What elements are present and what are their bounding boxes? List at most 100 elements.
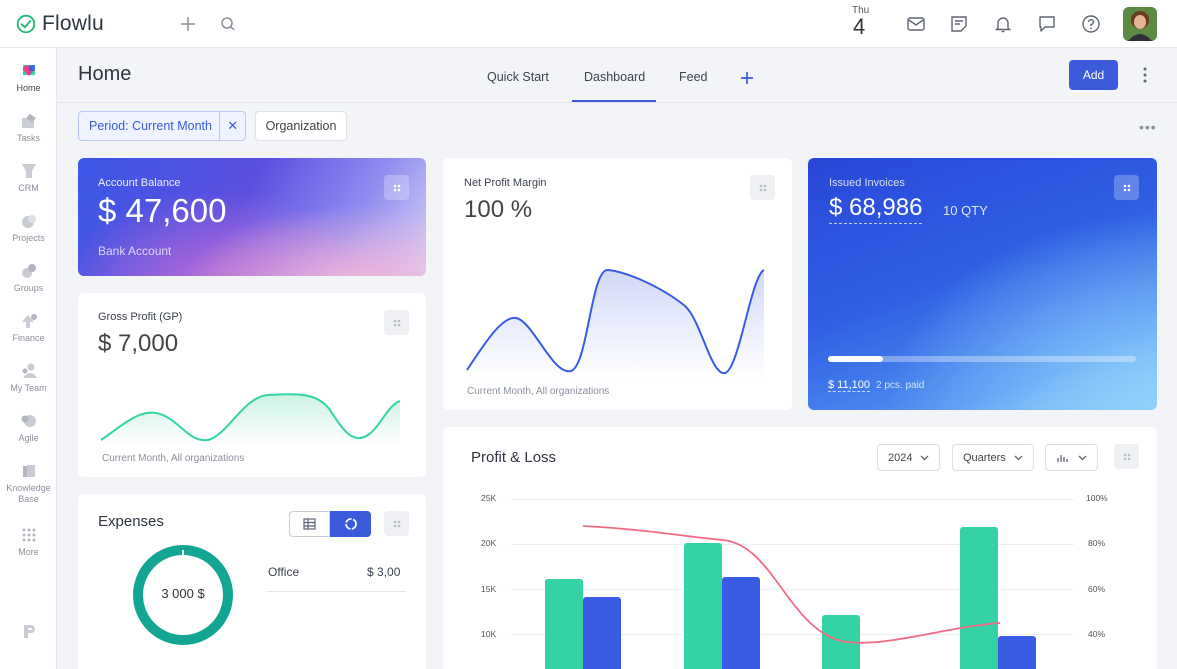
account-balance-value: $ 47,600 <box>98 192 227 229</box>
organization-filter[interactable]: Organization <box>255 111 347 141</box>
knowledge-base-icon <box>22 465 35 477</box>
add-tab-icon[interactable] <box>740 71 754 85</box>
bar-chart-icon <box>1057 454 1068 462</box>
close-icon[interactable]: ✕ <box>219 112 245 140</box>
tab-quick-start[interactable]: Quick Start <box>487 70 549 84</box>
drag-handle-icon[interactable] <box>1114 175 1139 200</box>
invoices-paid-note: 2 pcs. paid <box>876 380 925 391</box>
year-select-value: 2024 <box>888 451 913 464</box>
period-select[interactable]: Quarters <box>952 444 1034 471</box>
sidebar-item-projects[interactable]: Projects <box>0 212 57 244</box>
period-select-value: Quarters <box>963 451 1006 464</box>
drag-handle-icon[interactable] <box>750 175 775 200</box>
period-filter-label: Period: Current Month <box>89 119 212 133</box>
sidebar-collapse[interactable] <box>0 622 57 640</box>
top-bar: Flowlu Thu 4 <box>0 0 1177 48</box>
net-profit-label: Net Profit Margin <box>464 177 547 189</box>
chevron-down-icon <box>921 455 929 460</box>
sidebar-item-knowledge-base[interactable]: Knowledge Base <box>0 462 57 505</box>
invoices-paid-amount[interactable]: $ 11,100 <box>828 379 871 392</box>
date-day-number[interactable]: 4 <box>853 14 865 40</box>
groups-icon <box>21 264 36 278</box>
donut-view-button[interactable] <box>330 511 371 537</box>
tasks-icon <box>21 114 36 128</box>
user-avatar[interactable] <box>1123 7 1157 41</box>
gross-profit-sparkline <box>100 393 401 445</box>
year-select[interactable]: 2024 <box>877 444 941 471</box>
sidebar-item-agile[interactable]: Agile <box>0 412 57 444</box>
invoices-progress-fill <box>828 356 884 362</box>
projects-icon <box>21 215 36 228</box>
tab-feed[interactable]: Feed <box>679 70 708 84</box>
sidebar-item-home[interactable]: Home <box>0 62 57 94</box>
table-icon <box>303 518 316 530</box>
table-view-button[interactable] <box>289 511 330 537</box>
divider <box>267 591 406 592</box>
kebab-menu-icon[interactable] <box>1139 66 1151 84</box>
issued-invoices-card: Issued Invoices $ 68,986 10 QTY $ 11,100… <box>808 158 1157 410</box>
sidebar-item-tasks[interactable]: Tasks <box>0 112 57 144</box>
gross-profit-card: Gross Profit (GP) $ 7,000 Current Month,… <box>78 293 426 477</box>
active-tab-indicator <box>572 100 656 102</box>
sidebar-item-finance[interactable]: Finance <box>0 312 57 344</box>
period-filter-chip[interactable]: Period: Current Month ✕ <box>78 111 246 141</box>
add-button[interactable]: Add <box>1069 60 1118 90</box>
notes-icon[interactable] <box>948 13 970 35</box>
drag-handle-icon[interactable] <box>384 310 409 335</box>
expenses-donut-value: 3 000 $ <box>161 586 205 601</box>
drag-handle-icon[interactable] <box>384 511 409 536</box>
expenses-row-value: $ 3,00 <box>367 565 401 579</box>
agile-icon <box>21 415 36 427</box>
bank-account-label: Bank Account <box>98 244 172 258</box>
flowlu-logo[interactable]: Flowlu <box>16 12 104 36</box>
gross-profit-value: $ 7,000 <box>98 330 179 357</box>
home-icon <box>22 65 35 76</box>
team-icon <box>22 363 37 378</box>
invoices-qty: 10 QTY <box>943 203 988 218</box>
app-name: Flowlu <box>42 12 104 35</box>
expenses-row-label: Office <box>268 565 300 579</box>
expenses-view-toggle <box>289 511 371 537</box>
plus-icon[interactable] <box>177 13 199 35</box>
sidebar-item-label: More <box>18 547 39 557</box>
chat-icon[interactable] <box>1036 13 1058 35</box>
sidebar-item-label: Agile <box>18 433 39 443</box>
grid-dots-icon <box>22 528 35 542</box>
sidebar-item-crm[interactable]: CRM <box>0 162 57 194</box>
sidebar-item-label: Finance <box>12 333 45 343</box>
flowlu-mark-icon <box>23 625 35 638</box>
help-icon[interactable] <box>1080 13 1102 35</box>
account-balance-label: Account Balance <box>98 177 181 189</box>
sidebar-item-label: My Team <box>10 383 47 393</box>
page-title: Home <box>78 63 132 85</box>
tab-dashboard[interactable]: Dashboard <box>584 70 645 84</box>
expenses-title: Expenses <box>98 513 164 530</box>
sidebar-item-label: Groups <box>13 283 44 293</box>
page-header: Home Quick Start Dashboard Feed Add <box>57 48 1177 103</box>
mail-icon[interactable] <box>905 13 927 35</box>
sidebar-item-groups[interactable]: Groups <box>0 262 57 294</box>
chart-type-select[interactable] <box>1045 444 1098 471</box>
more-options-icon[interactable]: ••• <box>1139 119 1157 135</box>
crm-icon <box>21 164 36 178</box>
invoices-value[interactable]: $ 68,986 <box>829 194 923 224</box>
search-icon[interactable] <box>217 13 239 35</box>
sidebar-item-label: Projects <box>12 233 45 243</box>
invoices-label: Issued Invoices <box>829 177 905 189</box>
net-profit-margin-card: Net Profit Margin 100 % Current Month, A… <box>443 158 792 410</box>
finance-icon <box>21 314 37 328</box>
sidebar: Home Tasks CRM Projects Groups Finance M… <box>0 48 57 669</box>
account-balance-card: Account Balance $ 47,600 Bank Account <box>78 158 426 276</box>
chevron-down-icon <box>1014 455 1023 460</box>
net-profit-sparkline <box>466 269 765 378</box>
sidebar-item-more[interactable]: More <box>0 526 57 558</box>
net-profit-value: 100 % <box>464 196 533 223</box>
sidebar-item-label: CRM <box>18 183 39 193</box>
chevron-down-icon <box>1078 455 1087 460</box>
sidebar-item-label: Home <box>16 83 41 93</box>
sidebar-item-my-team[interactable]: My Team <box>0 362 57 394</box>
bell-icon[interactable] <box>992 13 1014 35</box>
donut-chart-icon <box>344 518 357 530</box>
check-circle-icon <box>16 14 36 34</box>
drag-handle-icon[interactable] <box>384 175 409 200</box>
